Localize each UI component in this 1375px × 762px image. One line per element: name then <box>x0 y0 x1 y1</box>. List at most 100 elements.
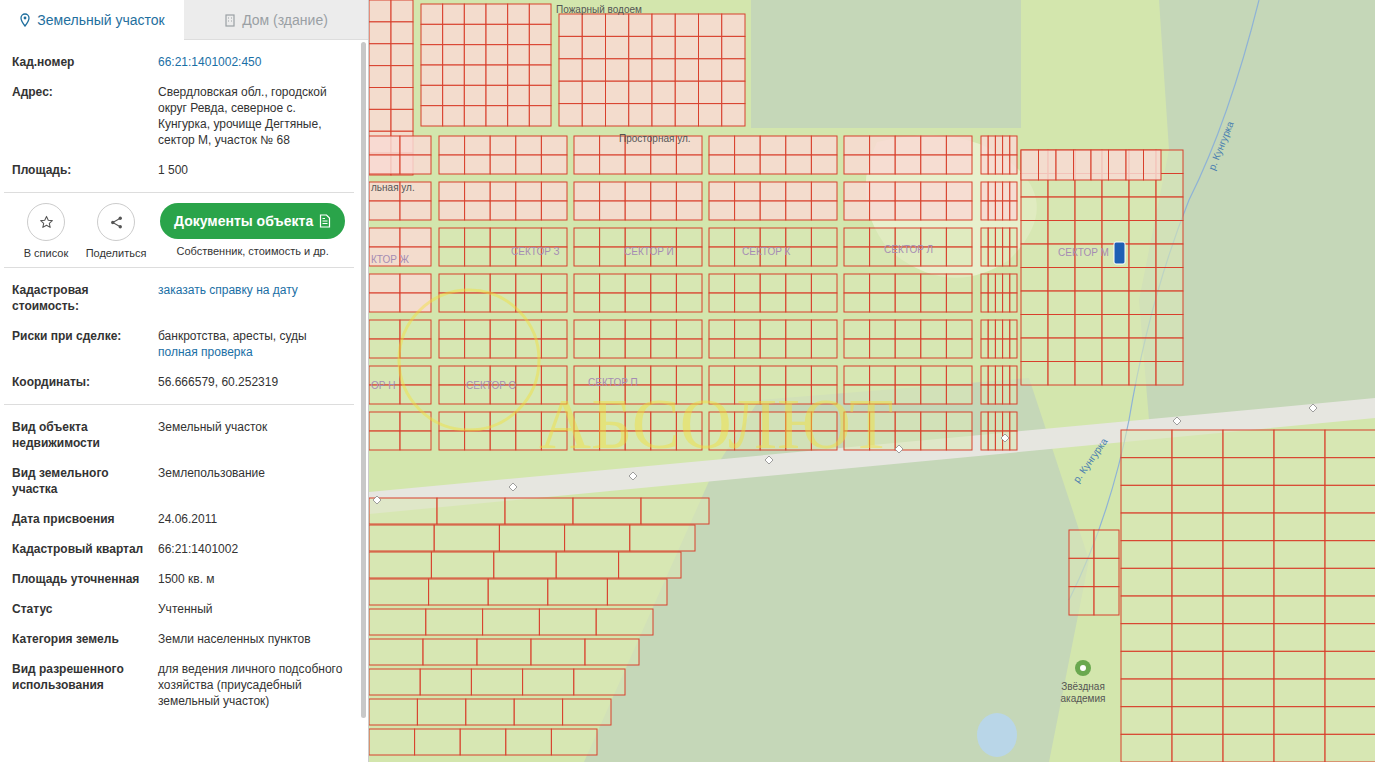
parcel[interactable] <box>431 552 493 578</box>
parcel[interactable] <box>651 293 677 312</box>
parcel[interactable] <box>988 339 995 358</box>
parcel[interactable] <box>981 385 988 404</box>
parcel[interactable] <box>1129 221 1156 245</box>
parcel[interactable] <box>499 525 564 551</box>
parcel[interactable] <box>559 36 582 58</box>
parcel[interactable] <box>675 59 698 81</box>
parcel[interactable] <box>988 274 995 293</box>
parcel[interactable] <box>921 366 947 385</box>
parcel[interactable] <box>508 4 530 24</box>
parcel[interactable] <box>391 88 413 110</box>
parcel[interactable] <box>606 59 629 81</box>
parcel[interactable] <box>1223 651 1274 679</box>
parcel[interactable] <box>369 136 400 155</box>
parcel[interactable] <box>786 293 812 312</box>
parcel[interactable] <box>486 4 508 24</box>
field-link[interactable]: 66:21:1401002:450 <box>158 54 346 70</box>
parcel[interactable] <box>1144 150 1162 180</box>
parcel[interactable] <box>709 136 735 155</box>
parcel[interactable] <box>895 201 921 220</box>
parcel[interactable] <box>483 609 540 635</box>
parcel[interactable] <box>465 247 491 266</box>
parcel[interactable] <box>464 45 486 65</box>
parcel[interactable] <box>465 228 491 247</box>
parcel[interactable] <box>607 579 667 605</box>
parcel[interactable] <box>369 729 415 755</box>
parcel[interactable] <box>1021 268 1048 292</box>
parcel[interactable] <box>786 182 812 201</box>
parcel[interactable] <box>946 136 972 155</box>
parcel[interactable] <box>529 24 551 44</box>
parcel[interactable] <box>516 293 542 312</box>
parcel[interactable] <box>709 247 735 266</box>
parcel[interactable] <box>629 59 652 81</box>
parcel[interactable] <box>946 228 972 247</box>
parcel[interactable] <box>1075 338 1102 362</box>
parcel[interactable] <box>439 228 465 247</box>
parcel[interactable] <box>988 293 995 312</box>
parcel[interactable] <box>1121 596 1172 624</box>
parcel[interactable] <box>606 14 629 36</box>
parcel[interactable] <box>1121 568 1172 596</box>
parcel[interactable] <box>1021 244 1048 268</box>
parcel[interactable] <box>981 431 988 450</box>
parcel[interactable] <box>995 201 1002 220</box>
parcel[interactable] <box>1223 679 1274 707</box>
parcel[interactable] <box>1172 430 1223 458</box>
parcel[interactable] <box>676 366 702 385</box>
parcel[interactable] <box>1274 707 1325 735</box>
parcel[interactable] <box>921 274 947 293</box>
parcel[interactable] <box>844 293 870 312</box>
parcel[interactable] <box>1048 315 1075 339</box>
parcel[interactable] <box>490 136 516 155</box>
parcel[interactable] <box>1021 221 1048 245</box>
parcel[interactable] <box>1325 513 1375 541</box>
parcel[interactable] <box>464 106 486 126</box>
parcel[interactable] <box>1156 315 1183 339</box>
parcel[interactable] <box>421 106 443 126</box>
parcel[interactable] <box>508 65 530 85</box>
parcel[interactable] <box>722 104 745 126</box>
parcel[interactable] <box>1010 155 1017 174</box>
parcel[interactable] <box>1325 624 1375 652</box>
parcel[interactable] <box>895 155 921 174</box>
parcel[interactable] <box>421 65 443 85</box>
parcel[interactable] <box>508 85 530 105</box>
parcel[interactable] <box>439 431 465 450</box>
parcel[interactable] <box>465 431 491 450</box>
parcel[interactable] <box>516 412 542 431</box>
parcel[interactable] <box>1121 624 1172 652</box>
parcel[interactable] <box>1325 651 1375 679</box>
parcel[interactable] <box>400 366 431 385</box>
parcel[interactable] <box>1010 431 1017 450</box>
parcel[interactable] <box>574 320 600 339</box>
parcel[interactable] <box>786 201 812 220</box>
parcel[interactable] <box>1003 412 1010 431</box>
parcel[interactable] <box>400 339 431 358</box>
parcel[interactable] <box>465 320 491 339</box>
parcel[interactable] <box>565 525 630 551</box>
parcel[interactable] <box>369 579 429 605</box>
parcel[interactable] <box>760 293 786 312</box>
parcel[interactable] <box>895 339 921 358</box>
parcel[interactable] <box>1172 679 1223 707</box>
parcel[interactable] <box>400 155 431 174</box>
parcel[interactable] <box>676 274 702 293</box>
parcel[interactable] <box>1102 197 1129 221</box>
parcel[interactable] <box>486 45 508 65</box>
parcel[interactable] <box>516 182 542 201</box>
parcel[interactable] <box>1325 679 1375 707</box>
parcel[interactable] <box>541 293 567 312</box>
parcel[interactable] <box>981 339 988 358</box>
parcel[interactable] <box>1121 651 1172 679</box>
parcel[interactable] <box>760 339 786 358</box>
parcel[interactable] <box>606 81 629 103</box>
parcel[interactable] <box>1010 136 1017 155</box>
parcel[interactable] <box>1274 568 1325 596</box>
parcel[interactable] <box>508 106 530 126</box>
parcel[interactable] <box>439 385 465 404</box>
parcel[interactable] <box>490 228 516 247</box>
parcel[interactable] <box>895 385 921 404</box>
parcel[interactable] <box>709 274 735 293</box>
parcel[interactable] <box>651 339 677 358</box>
